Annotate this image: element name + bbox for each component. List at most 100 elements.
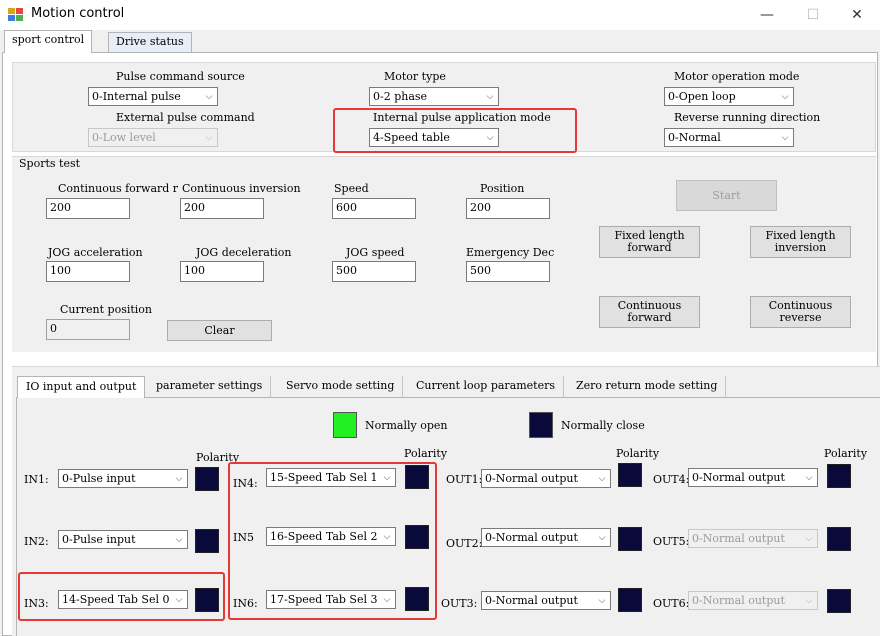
pulse-command-source-select[interactable]: 0-Internal pulse ⌵ xyxy=(88,87,218,106)
out4-value: 0-Normal output xyxy=(692,471,785,484)
in5-select[interactable]: 16-Speed Tab Sel 2 ⌵ xyxy=(266,527,396,546)
tab-current-loop-parameters[interactable]: Current loop parameters xyxy=(408,376,565,398)
normally-open-indicator xyxy=(333,412,357,438)
pulse-command-source-value: 0-Internal pulse xyxy=(92,90,181,103)
internal-pulse-mode-select[interactable]: 4-Speed table ⌵ xyxy=(369,128,499,147)
out3-select[interactable]: 0-Normal output ⌵ xyxy=(481,591,611,610)
external-pulse-command-value: 0-Low level xyxy=(92,131,156,144)
chevron-down-icon: ⌵ xyxy=(598,532,606,543)
out2-value: 0-Normal output xyxy=(485,531,578,544)
position-input[interactable]: 200 xyxy=(466,198,550,219)
tab-servo-mode-setting[interactable]: Servo mode setting xyxy=(278,376,404,398)
current-position-field: 0 xyxy=(46,319,130,340)
fixed-length-forward-button[interactable]: Fixed length forward xyxy=(599,226,700,258)
continuous-forward-button[interactable]: Continuous forward xyxy=(599,296,700,328)
out6-label: OUT6: xyxy=(653,597,690,610)
motor-type-value: 0-2 phase xyxy=(373,90,428,103)
in2-select[interactable]: 0-Pulse input ⌵ xyxy=(58,530,188,549)
in2-label: IN2: xyxy=(24,535,49,548)
motor-operation-mode-select[interactable]: 0-Open loop ⌵ xyxy=(664,87,794,106)
in5-polarity-toggle[interactable] xyxy=(405,525,429,549)
out3-polarity-toggle[interactable] xyxy=(618,588,642,612)
chevron-down-icon: ⌵ xyxy=(383,472,391,483)
tab-zero-return-mode[interactable]: Zero return mode setting xyxy=(568,376,727,398)
out5-select[interactable]: 0-Normal output ⌵ xyxy=(688,529,818,548)
normally-close-label: Normally close xyxy=(561,419,645,432)
minimize-button[interactable]: — xyxy=(744,0,790,30)
out5-polarity-toggle[interactable] xyxy=(827,527,851,551)
in2-polarity-toggle[interactable] xyxy=(195,529,219,553)
close-icon: ✕ xyxy=(851,7,863,23)
chevron-down-icon: ⌵ xyxy=(205,91,213,102)
out6-value: 0-Normal output xyxy=(692,594,785,607)
current-position-label: Current position xyxy=(60,303,153,316)
out1-select[interactable]: 0-Normal output ⌵ xyxy=(481,469,611,488)
jog-speed-input[interactable]: 500 xyxy=(332,261,416,282)
out4-select[interactable]: 0-Normal output ⌵ xyxy=(688,468,818,487)
clear-button[interactable]: Clear xyxy=(167,320,272,341)
chevron-down-icon: ⌵ xyxy=(598,473,606,484)
pulse-command-source-label: Pulse command source xyxy=(116,70,245,83)
in4-select[interactable]: 15-Speed Tab Sel 1 ⌵ xyxy=(266,468,396,487)
in4-polarity-toggle[interactable] xyxy=(405,465,429,489)
tab-parameter-settings[interactable]: parameter settings xyxy=(148,376,272,398)
app-icon xyxy=(8,8,23,21)
in3-select[interactable]: 14-Speed Tab Sel 0 ⌵ xyxy=(58,590,188,609)
chevron-down-icon: ⌵ xyxy=(781,132,789,143)
continuous-inversion-input[interactable]: 200 xyxy=(180,198,264,219)
in1-polarity-toggle[interactable] xyxy=(195,467,219,491)
reverse-direction-select[interactable]: 0-Normal ⌵ xyxy=(664,128,794,147)
continuous-reverse-button[interactable]: Continuous reverse xyxy=(750,296,851,328)
in1-value: 0-Pulse input xyxy=(62,472,136,485)
out1-polarity-toggle[interactable] xyxy=(618,463,642,487)
fixed-length-inversion-button[interactable]: Fixed length inversion xyxy=(750,226,851,258)
chevron-down-icon: ⌵ xyxy=(383,594,391,605)
out1-value: 0-Normal output xyxy=(485,472,578,485)
close-button[interactable]: ✕ xyxy=(834,0,880,30)
out6-select[interactable]: 0-Normal output ⌵ xyxy=(688,591,818,610)
polarity-label: Polarity xyxy=(616,447,660,460)
in6-select[interactable]: 17-Speed Tab Sel 3 ⌵ xyxy=(266,590,396,609)
in1-select[interactable]: 0-Pulse input ⌵ xyxy=(58,469,188,488)
position-label: Position xyxy=(480,182,525,195)
in4-label: IN4: xyxy=(233,477,258,490)
polarity-label: Polarity xyxy=(404,447,448,460)
tab-drive-status[interactable]: Drive status xyxy=(108,32,192,52)
out6-polarity-toggle[interactable] xyxy=(827,589,851,613)
out1-label: OUT1: xyxy=(446,473,483,486)
maximize-button[interactable]: ☐ xyxy=(790,0,836,30)
out2-polarity-toggle[interactable] xyxy=(618,527,642,551)
start-button[interactable]: Start xyxy=(676,180,777,211)
normally-open-label: Normally open xyxy=(365,419,448,432)
out4-polarity-toggle[interactable] xyxy=(827,464,851,488)
speed-input[interactable]: 600 xyxy=(332,198,416,219)
chevron-down-icon: ⌵ xyxy=(175,534,183,545)
in6-label: IN6: xyxy=(233,597,258,610)
tab-sport-control[interactable]: sport control xyxy=(4,30,93,53)
external-pulse-command-select[interactable]: 0-Low level ⌵ xyxy=(88,128,218,147)
out2-select[interactable]: 0-Normal output ⌵ xyxy=(481,528,611,547)
emergency-dec-input[interactable]: 500 xyxy=(466,261,550,282)
in3-value: 14-Speed Tab Sel 0 xyxy=(62,593,170,606)
tab-io-input-output[interactable]: IO input and output xyxy=(17,376,146,398)
motor-operation-mode-label: Motor operation mode xyxy=(674,70,800,83)
jog-acceleration-input[interactable]: 100 xyxy=(46,261,130,282)
motor-type-select[interactable]: 0-2 phase ⌵ xyxy=(369,87,499,106)
in6-value: 17-Speed Tab Sel 3 xyxy=(270,593,378,606)
in3-polarity-toggle[interactable] xyxy=(195,588,219,612)
chevron-down-icon: ⌵ xyxy=(486,91,494,102)
continuous-forward-input[interactable]: 200 xyxy=(46,198,130,219)
motor-operation-mode-value: 0-Open loop xyxy=(668,90,736,103)
jog-deceleration-input[interactable]: 100 xyxy=(180,261,264,282)
out3-label: OUT3: xyxy=(441,597,478,610)
in6-polarity-toggle[interactable] xyxy=(405,587,429,611)
out5-label: OUT5: xyxy=(653,535,690,548)
in2-value: 0-Pulse input xyxy=(62,533,136,546)
motor-type-label: Motor type xyxy=(384,70,446,83)
window-title: Motion control xyxy=(31,6,125,21)
out3-value: 0-Normal output xyxy=(485,594,578,607)
chevron-down-icon: ⌵ xyxy=(175,594,183,605)
out4-label: OUT4: xyxy=(653,473,690,486)
emergency-dec-label: Emergency Dec xyxy=(466,246,555,259)
minimize-icon: — xyxy=(760,7,774,23)
